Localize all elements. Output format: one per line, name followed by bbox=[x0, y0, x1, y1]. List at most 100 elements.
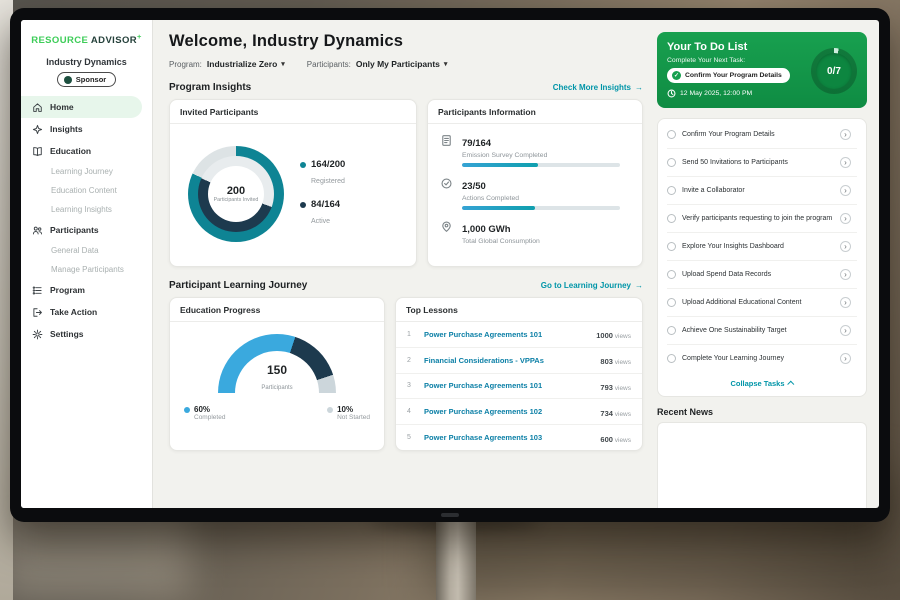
lesson-views: 1000 views bbox=[596, 325, 631, 343]
task-item[interactable]: Confirm Your Program Details › bbox=[667, 121, 857, 148]
legend-item: 84/164Active bbox=[300, 200, 345, 228]
task-checkbox[interactable] bbox=[667, 130, 676, 139]
task-item[interactable]: Verify participants requesting to join t… bbox=[667, 204, 857, 232]
legend-dot bbox=[300, 202, 306, 208]
chevron-right-icon[interactable]: › bbox=[840, 325, 851, 336]
chevron-right-icon[interactable]: › bbox=[840, 353, 851, 364]
lesson-row: 2 Financial Considerations - VPPAs 803 v… bbox=[396, 347, 642, 373]
todo-progress-value: 0/7 bbox=[816, 53, 852, 89]
task-item[interactable]: Invite a Collaborator › bbox=[667, 176, 857, 204]
progress-bar-fill bbox=[462, 206, 535, 210]
org-name: Industry Dynamics bbox=[21, 57, 152, 67]
task-item[interactable]: Achieve One Sustainability Target › bbox=[667, 316, 857, 344]
caret-up-icon bbox=[787, 381, 794, 388]
task-checkbox[interactable] bbox=[667, 298, 676, 307]
chevron-down-icon: ▾ bbox=[444, 60, 448, 68]
task-checkbox[interactable] bbox=[667, 270, 676, 279]
progress-bar-fill bbox=[462, 163, 538, 167]
task-item[interactable]: Upload Additional Educational Content › bbox=[667, 288, 857, 316]
sidebar-item-learning-insights[interactable]: Learning Insights bbox=[21, 200, 152, 219]
invited-donut-chart: 200 Participants Invited bbox=[188, 146, 284, 242]
sponsor-badge[interactable]: Sponsor bbox=[57, 72, 116, 87]
task-checkbox[interactable] bbox=[667, 214, 676, 223]
lesson-row: 1 Power Purchase Agreements 101 1000 vie… bbox=[396, 322, 642, 347]
page-title: Welcome, Industry Dynamics bbox=[169, 32, 643, 51]
chevron-right-icon[interactable]: › bbox=[840, 213, 851, 224]
main-content: Welcome, Industry Dynamics Program: Indu… bbox=[153, 20, 655, 508]
recent-news-card bbox=[657, 422, 867, 508]
task-checkbox[interactable] bbox=[667, 186, 676, 195]
task-checkbox[interactable] bbox=[667, 354, 676, 363]
sidebar-item-settings[interactable]: Settings bbox=[21, 323, 152, 345]
lesson-link[interactable]: Power Purchase Agreements 102 bbox=[424, 407, 591, 416]
task-checkbox[interactable] bbox=[667, 242, 676, 251]
book-icon bbox=[32, 146, 43, 157]
lesson-row: 4 Power Purchase Agreements 102 734 view… bbox=[396, 398, 642, 424]
lesson-row: 5 Power Purchase Agreements 103 600 view… bbox=[396, 424, 642, 450]
clock-icon bbox=[667, 89, 676, 98]
check-icon: ✓ bbox=[672, 71, 681, 80]
arrow-right-icon: → bbox=[635, 83, 643, 92]
home-icon bbox=[32, 102, 43, 113]
task-item[interactable]: Explore Your Insights Dashboard › bbox=[667, 232, 857, 260]
lesson-views: 793 views bbox=[600, 377, 631, 395]
donut-legend: 164/200Registered 84/164Active bbox=[300, 160, 345, 229]
sidebar-item-take-action[interactable]: Take Action bbox=[21, 301, 152, 323]
sidebar-item-home[interactable]: Home bbox=[21, 96, 142, 118]
chevron-right-icon[interactable]: › bbox=[840, 269, 851, 280]
progress-bar bbox=[462, 206, 620, 210]
sidebar-item-education-content[interactable]: Education Content bbox=[21, 181, 152, 200]
target-check-icon bbox=[440, 177, 453, 190]
card-title: Participants Information bbox=[428, 100, 642, 124]
collapse-tasks-button[interactable]: Collapse Tasks bbox=[667, 372, 857, 394]
check-more-insights-link[interactable]: Check More Insights → bbox=[553, 83, 643, 92]
participants-information-card: Participants Information 79/164 Emission… bbox=[427, 99, 643, 267]
lesson-link[interactable]: Financial Considerations - VPPAs bbox=[424, 356, 591, 365]
todo-summary-card: Your To Do List Complete Your Next Task:… bbox=[657, 32, 867, 108]
list-icon bbox=[32, 285, 43, 296]
sidebar-item-learning-journey[interactable]: Learning Journey bbox=[21, 162, 152, 181]
app-logo: RESOURCE ADVISOR+ bbox=[21, 32, 152, 46]
lesson-link[interactable]: Power Purchase Agreements 103 bbox=[424, 433, 591, 442]
legend-dot bbox=[300, 162, 306, 168]
todo-progress-ring: 0/7 bbox=[811, 48, 857, 94]
chevron-right-icon[interactable]: › bbox=[840, 129, 851, 140]
lesson-views: 803 views bbox=[600, 351, 631, 369]
sidebar-item-manage-participants[interactable]: Manage Participants bbox=[21, 260, 152, 279]
chevron-right-icon[interactable]: › bbox=[840, 185, 851, 196]
program-select[interactable]: Industrialize Zero ▾ bbox=[207, 59, 285, 69]
participants-select[interactable]: Only My Participants ▾ bbox=[356, 59, 448, 69]
participants-filter-label: Participants: bbox=[307, 60, 351, 69]
monitor-stand bbox=[436, 522, 476, 600]
task-item[interactable]: Complete Your Learning Journey › bbox=[667, 344, 857, 372]
next-task-pill[interactable]: ✓ Confirm Your Program Details bbox=[667, 68, 790, 83]
task-checkbox[interactable] bbox=[667, 158, 676, 167]
dashboard-screen: RESOURCE ADVISOR+ Industry Dynamics Spon… bbox=[21, 20, 879, 508]
sidebar-item-program[interactable]: Program bbox=[21, 279, 152, 301]
lesson-link[interactable]: Power Purchase Agreements 101 bbox=[424, 381, 591, 390]
sidebar-item-education[interactable]: Education bbox=[21, 140, 152, 162]
go-to-learning-journey-link[interactable]: Go to Learning Journey → bbox=[541, 281, 643, 290]
info-row: 23/50 Actions Completed bbox=[428, 167, 642, 210]
todo-panel: Your To Do List Complete Your Next Task:… bbox=[655, 20, 879, 508]
sidebar-item-participants[interactable]: Participants bbox=[21, 219, 152, 241]
arrow-exit-icon bbox=[32, 307, 43, 318]
task-item[interactable]: Send 50 Invitations to Participants › bbox=[667, 148, 857, 176]
chevron-right-icon[interactable]: › bbox=[840, 297, 851, 308]
gauge-center-label: 150 Participants bbox=[218, 364, 336, 394]
task-list-card: Confirm Your Program Details › Send 50 I… bbox=[657, 118, 867, 397]
chevron-right-icon[interactable]: › bbox=[840, 157, 851, 168]
info-row: 1,000 GWh Total Global Consumption bbox=[428, 210, 642, 245]
task-checkbox[interactable] bbox=[667, 326, 676, 335]
chevron-right-icon[interactable]: › bbox=[840, 241, 851, 252]
sidebar-item-insights[interactable]: Insights bbox=[21, 118, 152, 140]
task-item[interactable]: Upload Spend Data Records › bbox=[667, 260, 857, 288]
card-title: Top Lessons bbox=[396, 298, 642, 322]
chevron-down-icon: ▾ bbox=[281, 60, 285, 68]
lesson-link[interactable]: Power Purchase Agreements 101 bbox=[424, 330, 587, 339]
gear-icon bbox=[32, 329, 43, 340]
progress-bar bbox=[462, 163, 620, 167]
people-icon bbox=[32, 225, 43, 236]
lesson-views: 734 views bbox=[600, 403, 631, 421]
sidebar-item-general-data[interactable]: General Data bbox=[21, 241, 152, 260]
